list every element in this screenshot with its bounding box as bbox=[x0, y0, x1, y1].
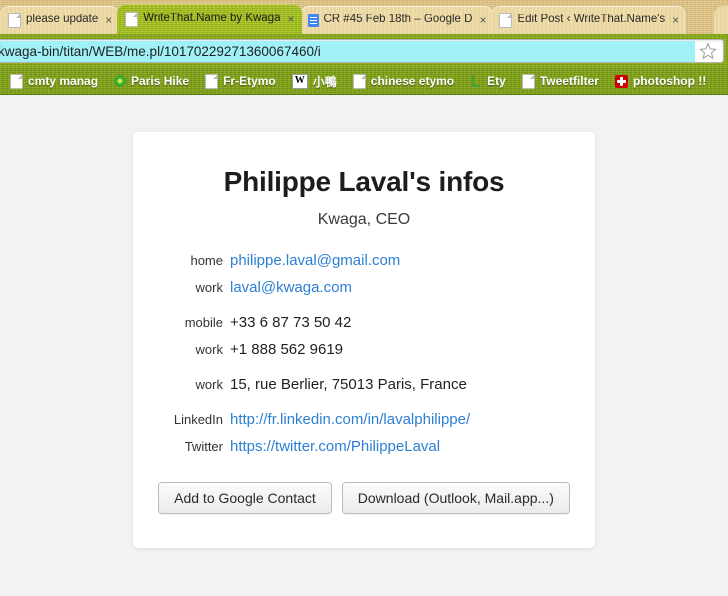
field-value-address-work: 15, rue Berlier, 75013 Paris, France bbox=[230, 376, 467, 393]
card-actions: Add to Google Contact Download (Outlook,… bbox=[133, 482, 595, 514]
field-group-email: home philippe.laval@gmail.com work laval… bbox=[133, 247, 595, 301]
field-label: work bbox=[195, 342, 223, 357]
page-title: Philippe Laval's infos bbox=[223, 166, 505, 197]
browser-toolbar: kwaga-bin/titan/WEB/me.pl/10170229271360… bbox=[0, 34, 728, 68]
field-row: work +1 888 562 9619 bbox=[133, 336, 595, 363]
card-subtitle: Kwaga, CEO bbox=[317, 211, 411, 228]
field-label: work bbox=[195, 377, 223, 392]
page-viewport: Philippe Laval's infos Kwaga, CEO home p… bbox=[0, 95, 728, 596]
tab-close-icon[interactable]: × bbox=[670, 14, 679, 26]
field-row: LinkedIn http://fr.linkedin.com/in/laval… bbox=[133, 406, 595, 433]
bookmark-label: Ety bbox=[487, 74, 506, 88]
field-value-phone-work: +1 888 562 9619 bbox=[230, 341, 344, 358]
url-text[interactable]: kwaga-bin/titan/WEB/me.pl/10170229271360… bbox=[0, 40, 695, 62]
field-row: home philippe.laval@gmail.com bbox=[133, 247, 595, 274]
bookmark-label: chinese etymo bbox=[370, 74, 455, 88]
browser-tab-1[interactable]: WriteThat.Name by Kwaga × bbox=[117, 4, 301, 34]
field-label: mobile bbox=[184, 315, 223, 330]
field-row: Twitter https://twitter.com/PhilippeLava… bbox=[133, 433, 595, 460]
field-value-email-home[interactable]: philippe.laval@gmail.com bbox=[230, 247, 400, 274]
bookmark-photoshop[interactable]: photoshop !! bbox=[607, 72, 714, 90]
field-group-address: work 15, rue Berlier, 75013 Paris, Franc… bbox=[133, 371, 595, 398]
field-row: work laval@kwaga.com bbox=[133, 274, 595, 301]
tab-strip: please update × WriteThat.Name by Kwaga … bbox=[0, 0, 728, 34]
browser-window: please update × WriteThat.Name by Kwaga … bbox=[0, 0, 728, 596]
field-value-linkedin[interactable]: http://fr.linkedin.com/in/lavalphilippe/ bbox=[230, 406, 470, 433]
bookmark-label: Paris Hike bbox=[131, 74, 190, 88]
field-value-phone-mobile: +33 6 87 73 50 42 bbox=[230, 314, 352, 331]
browser-tab-3[interactable]: Edit Post ‹ WriteThat.Name's × bbox=[491, 6, 687, 34]
bookmark-paris-hike[interactable]: Paris Hike bbox=[106, 72, 197, 90]
bookmark-label: 小鴨 bbox=[312, 74, 337, 89]
page-icon bbox=[10, 73, 23, 89]
green-bracket-icon bbox=[470, 74, 482, 88]
bookmark-chinese-etymo[interactable]: chinese etymo bbox=[345, 72, 462, 91]
flower-icon bbox=[114, 75, 127, 87]
field-row: work 15, rue Berlier, 75013 Paris, Franc… bbox=[133, 371, 595, 398]
field-label: Twitter bbox=[184, 439, 223, 454]
field-label: LinkedIn bbox=[173, 412, 223, 427]
bookmark-label: photoshop !! bbox=[632, 74, 707, 88]
field-group-phone: mobile +33 6 87 73 50 42 work +1 888 562… bbox=[133, 309, 595, 363]
tab-close-icon[interactable]: × bbox=[477, 14, 486, 26]
download-button[interactable]: Download (Outlook, Mail.app...) bbox=[341, 482, 570, 514]
bookmark-tweetfilter[interactable]: Tweetfilter bbox=[514, 72, 607, 91]
bookmark-cmty-manag[interactable]: cmty manag bbox=[2, 72, 106, 91]
google-docs-icon bbox=[307, 13, 319, 27]
bookmark-fr-etymo[interactable]: Fr-Etymo bbox=[197, 72, 284, 91]
address-bar[interactable]: kwaga-bin/titan/WEB/me.pl/10170229271360… bbox=[0, 39, 724, 63]
tab-title: please update bbox=[26, 14, 99, 26]
browser-tab-2[interactable]: CR #45 Feb 18th – Google D × bbox=[299, 6, 494, 34]
field-value-twitter[interactable]: https://twitter.com/PhilippeLaval bbox=[230, 433, 440, 460]
page-icon bbox=[352, 73, 366, 89]
wikipedia-icon: W bbox=[291, 73, 308, 89]
bookmark-label: Fr-Etymo bbox=[223, 74, 276, 88]
new-tab-button[interactable] bbox=[714, 6, 728, 34]
tab-title: WriteThat.Name by Kwaga bbox=[143, 13, 281, 25]
tab-close-icon[interactable]: × bbox=[103, 14, 112, 26]
tab-close-icon[interactable]: × bbox=[285, 13, 294, 25]
bookmark-ety[interactable]: Ety bbox=[462, 72, 514, 90]
page-icon bbox=[499, 12, 513, 28]
page-icon bbox=[125, 11, 139, 27]
contact-fields: home philippe.laval@gmail.com work laval… bbox=[133, 247, 595, 460]
browser-tab-0[interactable]: please update × bbox=[0, 6, 120, 34]
tab-title: Edit Post ‹ WriteThat.Name's bbox=[517, 14, 666, 26]
add-to-google-contact-button[interactable]: Add to Google Contact bbox=[158, 482, 332, 514]
photoshop-cross-icon bbox=[614, 74, 628, 88]
bookmark-xiaoya[interactable]: W 小鴨 bbox=[284, 71, 345, 92]
field-value-email-work[interactable]: laval@kwaga.com bbox=[230, 274, 352, 301]
bookmark-label: Tweetfilter bbox=[539, 74, 599, 88]
field-group-social: LinkedIn http://fr.linkedin.com/in/laval… bbox=[133, 406, 595, 460]
star-icon[interactable] bbox=[699, 42, 717, 60]
page-icon bbox=[521, 73, 535, 89]
page-icon bbox=[205, 73, 219, 89]
field-label: home bbox=[190, 253, 223, 268]
contact-card: Philippe Laval's infos Kwaga, CEO home p… bbox=[133, 132, 595, 548]
bookmark-label: cmty manag bbox=[28, 74, 99, 88]
tab-title: CR #45 Feb 18th – Google D bbox=[323, 14, 473, 26]
field-label: work bbox=[195, 280, 223, 295]
field-row: mobile +33 6 87 73 50 42 bbox=[133, 309, 595, 336]
page-icon bbox=[8, 12, 21, 28]
bookmarks-bar: cmty manag Paris Hike Fr-Etymo W 小鴨 chin… bbox=[0, 68, 728, 95]
